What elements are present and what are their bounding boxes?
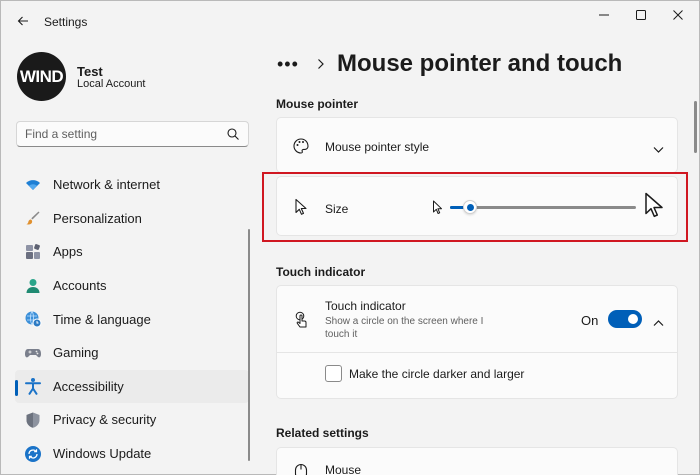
search-box[interactable]: [16, 121, 249, 147]
sidebar-item-network[interactable]: Network & internet: [15, 168, 249, 202]
toggle-knob: [628, 314, 638, 324]
section-touch-indicator: Touch indicator: [276, 265, 366, 279]
chevron-down-icon[interactable]: [653, 142, 664, 157]
breadcrumb: ••• Mouse pointer and touch: [277, 47, 622, 81]
size-highlight-box: [262, 172, 688, 242]
chevron-right-icon: [317, 58, 325, 70]
title-bar: Settings: [1, 1, 700, 41]
sidebar-item-apps[interactable]: Apps: [15, 235, 249, 269]
sidebar-item-label: Apps: [53, 244, 83, 260]
sidebar-item-label: Windows Update: [53, 446, 152, 462]
apps-icon: [24, 243, 42, 261]
update-icon: [24, 445, 42, 463]
globe-clock-icon: [24, 310, 42, 328]
person-icon: [24, 277, 42, 295]
minimize-icon: [599, 14, 609, 16]
mouse-pointer-style-card[interactable]: Mouse pointer style: [276, 117, 678, 173]
close-icon: [673, 10, 683, 20]
maximize-button[interactable]: [624, 5, 658, 25]
back-arrow-icon: [17, 16, 28, 26]
sidebar-scrollbar[interactable]: [248, 229, 250, 461]
sidebar-nav: Network & internet Personalization Apps …: [15, 168, 249, 470]
avatar[interactable]: WIND: [17, 52, 66, 101]
card-divider: [276, 352, 678, 353]
sidebar-item-label: Personalization: [53, 210, 142, 226]
touch-description-line1: Show a circle on the screen where I: [325, 316, 484, 327]
sidebar-item-label: Gaming: [53, 345, 99, 361]
toggle-state-label: On: [581, 313, 599, 328]
sidebar-item-label: Privacy & security: [53, 412, 157, 428]
chevron-up-icon[interactable]: [653, 315, 664, 330]
touch-indicator-label: Touch indicator: [325, 299, 406, 313]
sidebar-item-privacy-security[interactable]: Privacy & security: [15, 403, 249, 437]
touch-indicator-toggle[interactable]: [608, 310, 642, 328]
wifi-icon: [24, 176, 42, 194]
sidebar-item-personalization[interactable]: Personalization: [15, 202, 249, 236]
sidebar-item-time-language[interactable]: Time & language: [15, 302, 249, 336]
mouse-icon: [291, 462, 311, 475]
sidebar-item-gaming[interactable]: Gaming: [15, 336, 249, 370]
minimize-button[interactable]: [587, 5, 621, 25]
sidebar-item-label: Accessibility: [53, 378, 124, 394]
sidebar-item-windows-update[interactable]: Windows Update: [15, 437, 249, 471]
app-title: Settings: [44, 15, 88, 29]
darker-circle-label: Make the circle darker and larger: [349, 367, 525, 381]
brush-icon: [24, 209, 42, 227]
shield-icon: [24, 411, 42, 429]
page-title: Mouse pointer and touch: [337, 50, 623, 77]
account-type: Local Account: [77, 78, 146, 90]
close-button[interactable]: [661, 5, 695, 25]
darker-circle-checkbox[interactable]: [325, 365, 342, 382]
section-mouse-pointer: Mouse pointer: [276, 97, 359, 111]
breadcrumb-more-button[interactable]: •••: [277, 55, 303, 73]
active-indicator: [15, 379, 18, 396]
search-icon[interactable]: [226, 127, 240, 141]
maximize-icon: [636, 10, 646, 20]
settings-window: Settings WIND Test Local Account Network…: [0, 0, 700, 475]
back-button[interactable]: [11, 10, 35, 32]
search-input[interactable]: [25, 126, 220, 142]
sidebar-item-label: Network & internet: [53, 177, 160, 193]
mouse-label: Mouse: [325, 463, 362, 475]
user-name: Test: [77, 64, 103, 79]
touch-icon: [291, 310, 311, 330]
touch-description-line2: touch it: [325, 329, 358, 340]
sidebar-item-label: Accounts: [53, 278, 107, 294]
mouse-pointer-style-label: Mouse pointer style: [325, 140, 430, 154]
palette-icon: [291, 136, 311, 156]
sidebar-item-accounts[interactable]: Accounts: [15, 269, 249, 303]
accessibility-icon: [24, 377, 42, 396]
section-related-settings: Related settings: [276, 426, 369, 440]
sidebar-item-label: Time & language: [53, 311, 151, 327]
gamepad-icon: [24, 344, 42, 362]
sidebar-item-accessibility[interactable]: Accessibility: [15, 369, 249, 404]
mouse-card[interactable]: Mouse: [276, 447, 678, 475]
content-scrollbar[interactable]: [694, 101, 697, 153]
